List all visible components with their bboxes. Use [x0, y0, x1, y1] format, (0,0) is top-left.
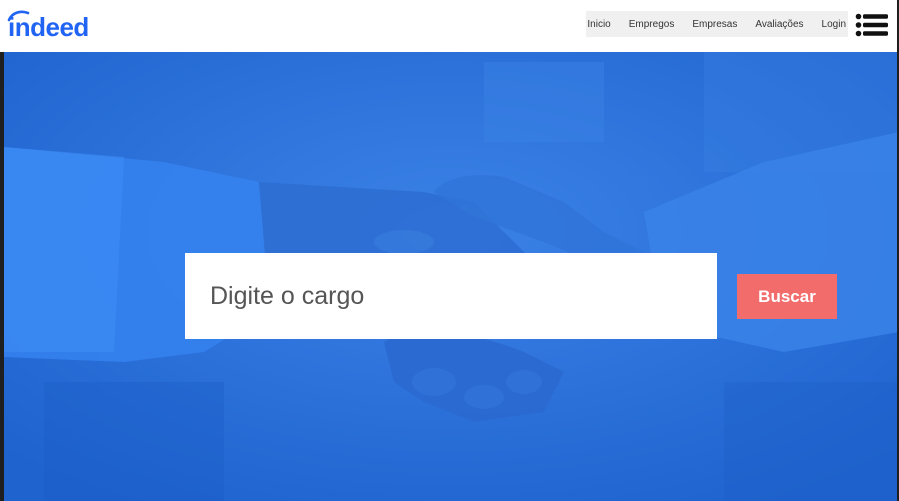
site-header: indeed Inicio Empregos Empresas Avaliaçõ… — [0, 0, 899, 52]
search-button[interactable]: Buscar — [737, 274, 837, 319]
nav-item-empresas[interactable]: Empresas — [692, 19, 737, 30]
nav-item-avaliacoes[interactable]: Avaliações — [755, 19, 803, 30]
hamburger-menu-icon[interactable] — [855, 13, 889, 37]
nav-item-inicio[interactable]: Inicio — [587, 19, 610, 30]
indeed-logo[interactable]: indeed — [6, 8, 89, 44]
top-nav: Inicio Empregos Empresas Avaliações Logi… — [586, 11, 848, 37]
logo-arc-icon — [7, 10, 30, 22]
job-title-search-input[interactable] — [185, 253, 717, 339]
nav-item-login[interactable]: Login — [822, 19, 846, 30]
nav-item-empregos[interactable]: Empregos — [629, 19, 675, 30]
